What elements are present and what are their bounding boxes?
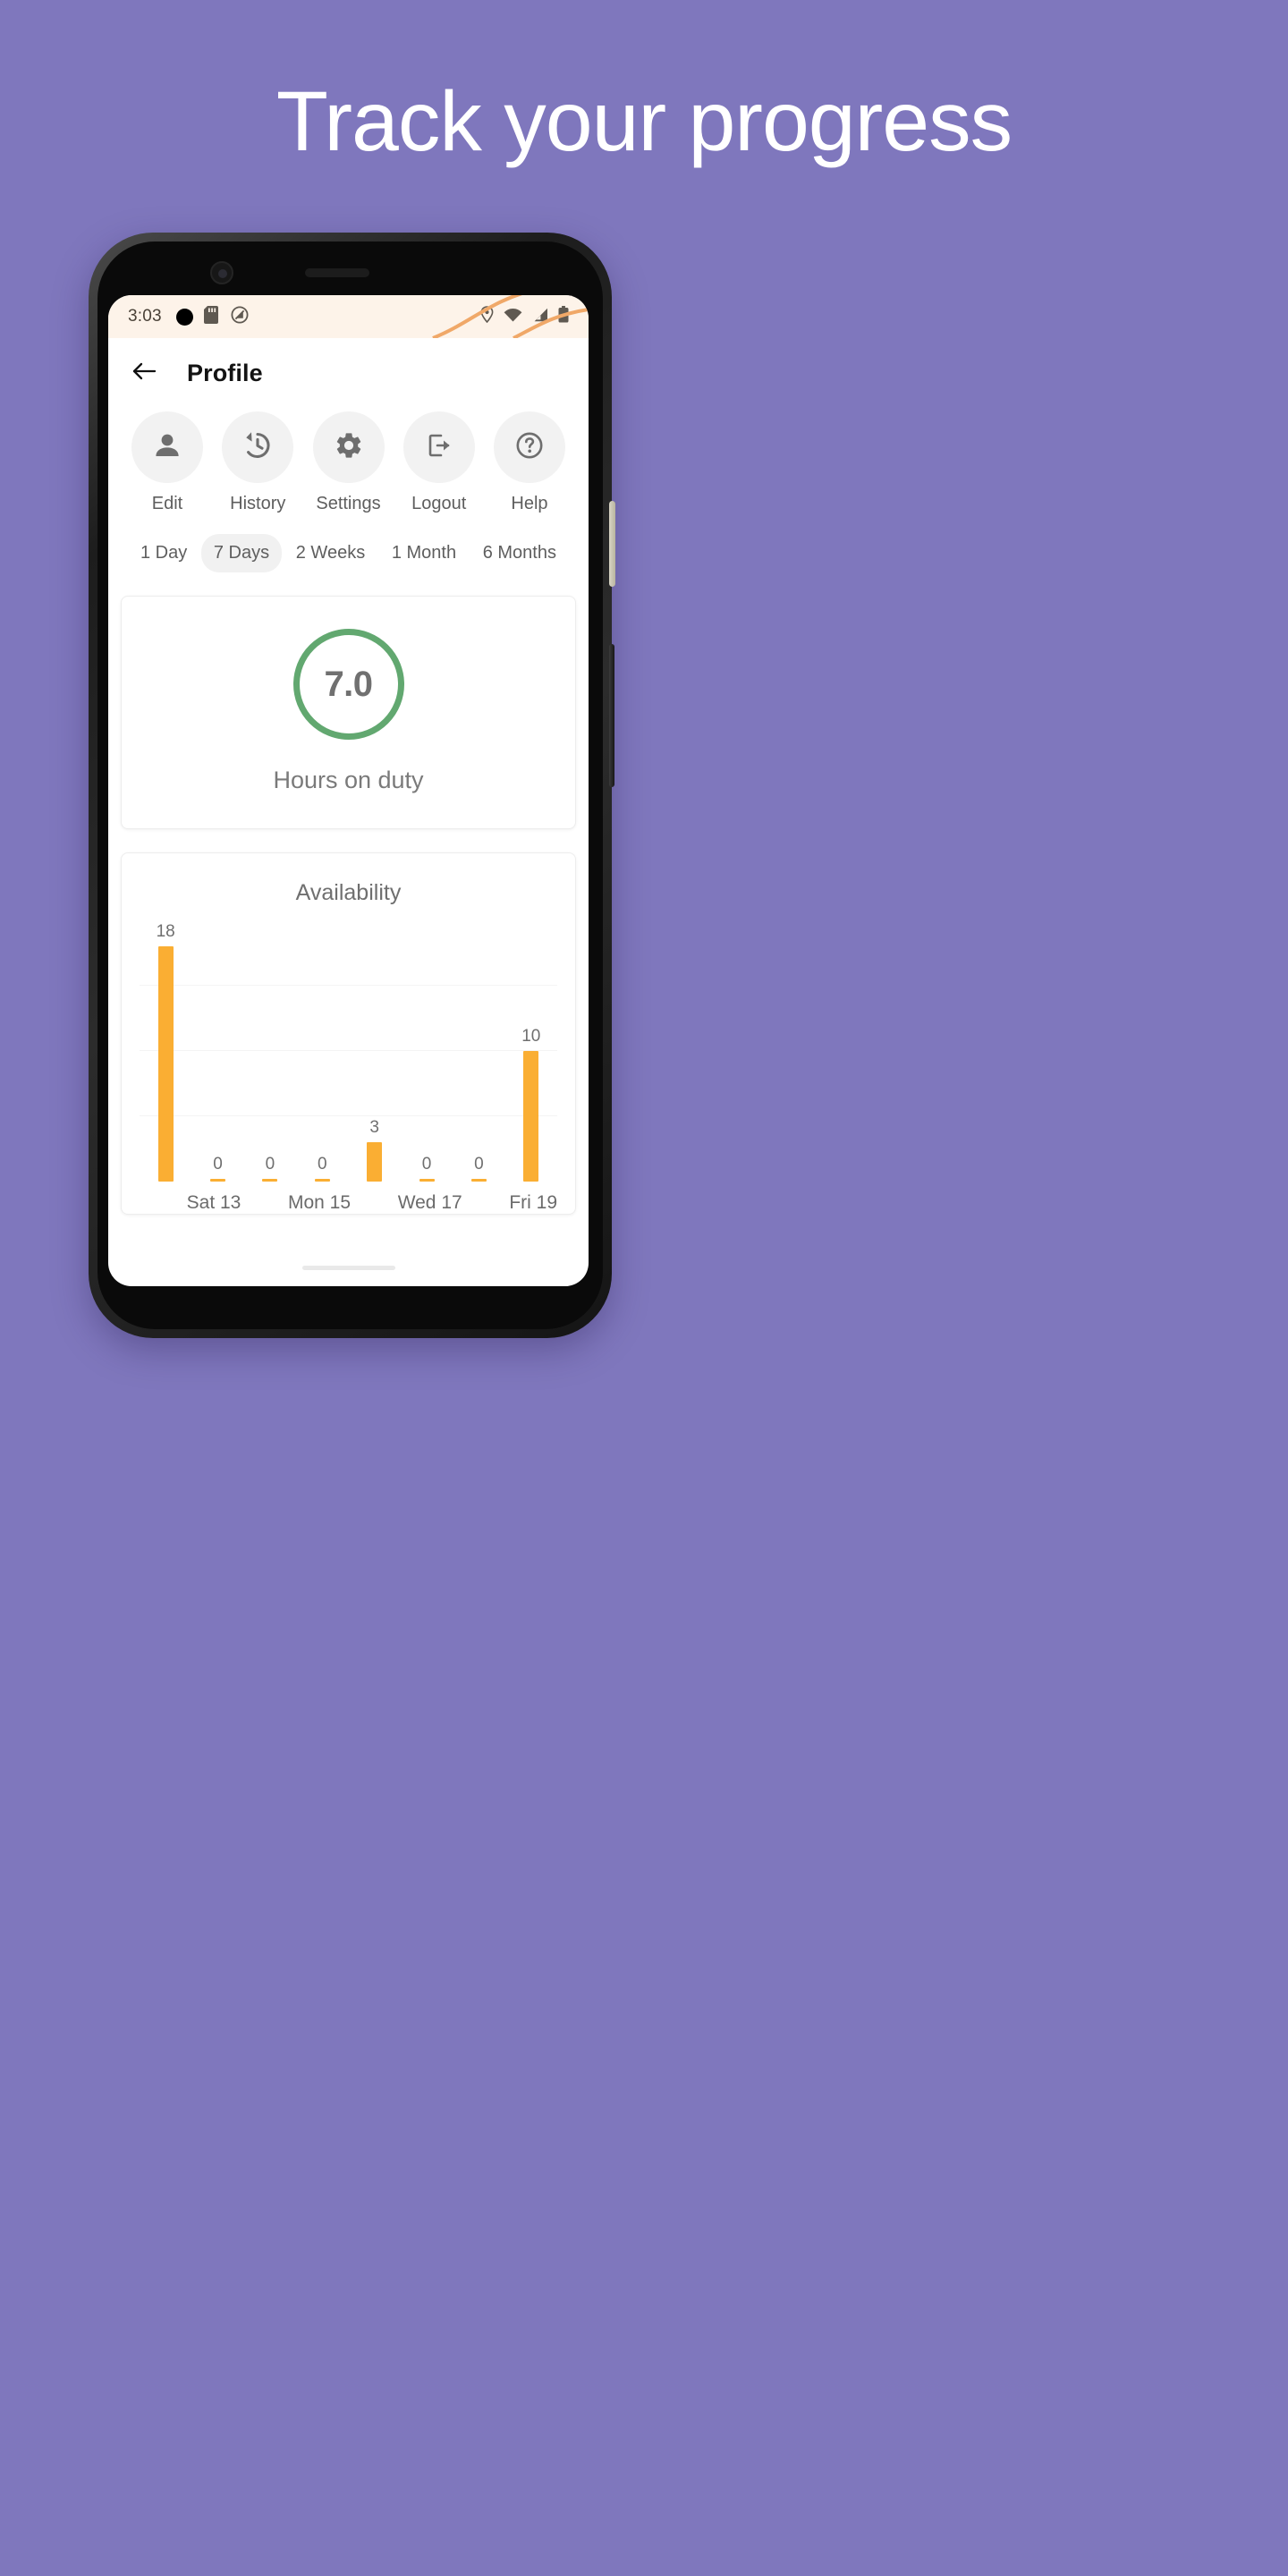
chart-bar-column[interactable]: 0 [401,920,453,1182]
sd-card-icon [203,305,220,328]
chart-bar[interactable] [314,1179,330,1182]
hours-gauge-ring: 7.0 [292,629,404,740]
person-icon [151,429,183,466]
location-pin-icon [480,306,494,327]
status-time: 3:03 [128,307,162,326]
chip-6-months[interactable]: 6 Months [470,534,569,572]
action-history-label: History [230,494,286,513]
action-help-circle[interactable] [494,411,565,483]
logout-icon [424,430,454,465]
front-camera-icon [210,261,233,284]
home-indicator[interactable] [301,1266,395,1270]
chart-bar-value: 0 [213,1155,223,1174]
action-settings-circle[interactable] [312,411,385,483]
chart-bar-column[interactable]: 18 [140,920,191,1182]
action-edit-label: Edit [151,494,183,513]
battery-icon [558,306,569,327]
chart-bar[interactable] [470,1179,487,1182]
chart-x-label [462,1192,510,1214]
phone-mockup: 3:03 Profile Edit History Settings Logou… [89,233,615,1338]
chip-2-weeks[interactable]: 2 Weeks [284,534,377,572]
chart-x-label: Wed 17 [397,1192,462,1213]
status-left-icons [175,305,249,328]
chip-7-days[interactable]: 7 Days [200,534,283,572]
chart-x-label [351,1192,398,1214]
page-title: Track your progress [275,74,1013,169]
chip-1-day[interactable]: 1 Day [128,534,199,572]
chart-plot-area: 18 0 0 0 3 0 0 10 [140,920,557,1182]
app-bar-title: Profile [187,359,263,386]
do-not-disturb-icon [231,305,249,328]
action-edit[interactable]: Edit [128,411,207,514]
record-dot-icon [175,308,193,326]
chart-x-label: Mon 15 [288,1192,352,1213]
chip-1-month[interactable]: 1 Month [379,534,469,572]
status-right-icons [480,306,569,327]
wifi-icon [504,308,522,326]
chart-x-label [140,1192,187,1214]
action-logout-label: Logout [411,494,467,513]
chart-x-axis: Sat 13 Mon 15 Wed 17 Fri 19 [140,1192,557,1214]
chart-bar[interactable] [367,1142,383,1182]
chart-bar[interactable] [157,946,174,1182]
app-bar: Profile [108,338,589,408]
chart-bar-column[interactable]: 10 [505,920,557,1182]
action-logout-circle[interactable] [402,411,475,483]
action-settings-label: Settings [316,494,381,513]
power-button[interactable] [609,501,615,587]
chart-bar-column[interactable]: 0 [244,920,296,1182]
chart-x-label: Sat 13 [186,1192,242,1213]
chart-x-label: Fri 19 [509,1192,558,1213]
help-circle-icon [513,429,546,466]
phone-screen: 3:03 Profile Edit History Settings Logou… [108,295,589,1286]
chart-bar-column[interactable]: 3 [349,920,401,1182]
chart-bar-value: 3 [369,1118,379,1137]
hours-on-duty-card: 7.0 Hours on duty [121,596,576,829]
action-edit-circle[interactable] [131,411,203,483]
volume-button[interactable] [609,644,614,787]
hours-gauge-value: 7.0 [324,664,373,704]
chart-x-label [241,1192,288,1214]
chart-bar[interactable] [523,1051,539,1182]
time-range-chips: 1 Day 7 Days 2 Weeks 1 Month 6 Months [108,514,589,572]
availability-chart-card: Availability 18 0 0 0 3 0 0 10 Sat 13 Mon 15 Wed … [121,852,576,1215]
chart-title: Availability [295,880,402,905]
action-help-label: Help [511,494,548,513]
action-settings[interactable]: Settings [309,411,388,514]
earpiece-speaker [305,268,369,277]
chart-bars: 18 0 0 0 3 0 0 10 [140,920,557,1182]
history-icon [242,429,274,466]
chart-bar-value: 0 [318,1155,327,1174]
chart-bar-value: 10 [521,1027,541,1046]
action-history[interactable]: History [218,411,297,514]
action-help[interactable]: Help [490,411,569,514]
action-logout[interactable]: Logout [400,411,479,514]
cellular-signal-icon [532,308,548,326]
chart-bar-column[interactable]: 0 [453,920,504,1182]
status-bar: 3:03 [108,295,589,338]
action-row: Edit History Settings Logout Help [108,408,589,514]
gear-icon [334,430,364,465]
chart-bar[interactable] [262,1179,278,1182]
hours-gauge-label: Hours on duty [273,767,424,793]
action-history-circle[interactable] [222,411,294,483]
chart-bar-value: 0 [265,1155,275,1174]
chart-bar[interactable] [419,1179,435,1182]
chart-bar-value: 0 [421,1155,432,1174]
back-arrow-icon[interactable] [131,360,157,386]
phone-bezel: 3:03 Profile Edit History Settings Logou… [97,242,603,1329]
chart-bar-column[interactable]: 0 [296,920,348,1182]
chart-bar-column[interactable]: 0 [191,920,243,1182]
chart-bar[interactable] [210,1179,226,1182]
chart-bar-value: 0 [474,1155,484,1174]
chart-bar-value: 18 [156,922,175,941]
